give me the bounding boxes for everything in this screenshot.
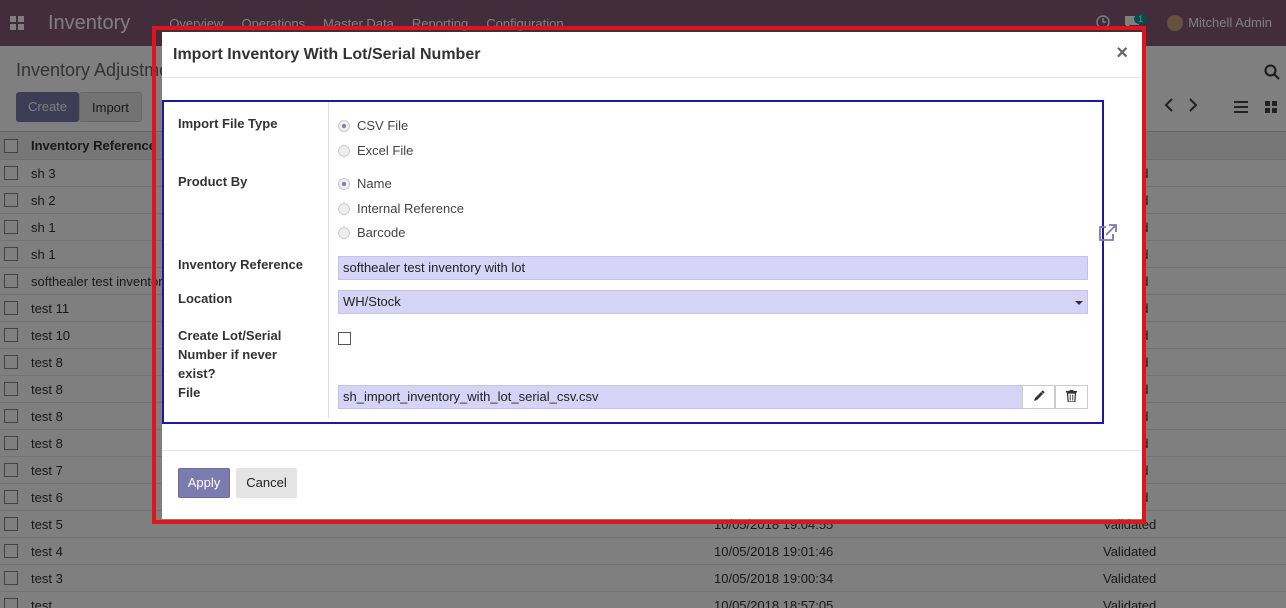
highlight-frame bbox=[152, 26, 1146, 524]
